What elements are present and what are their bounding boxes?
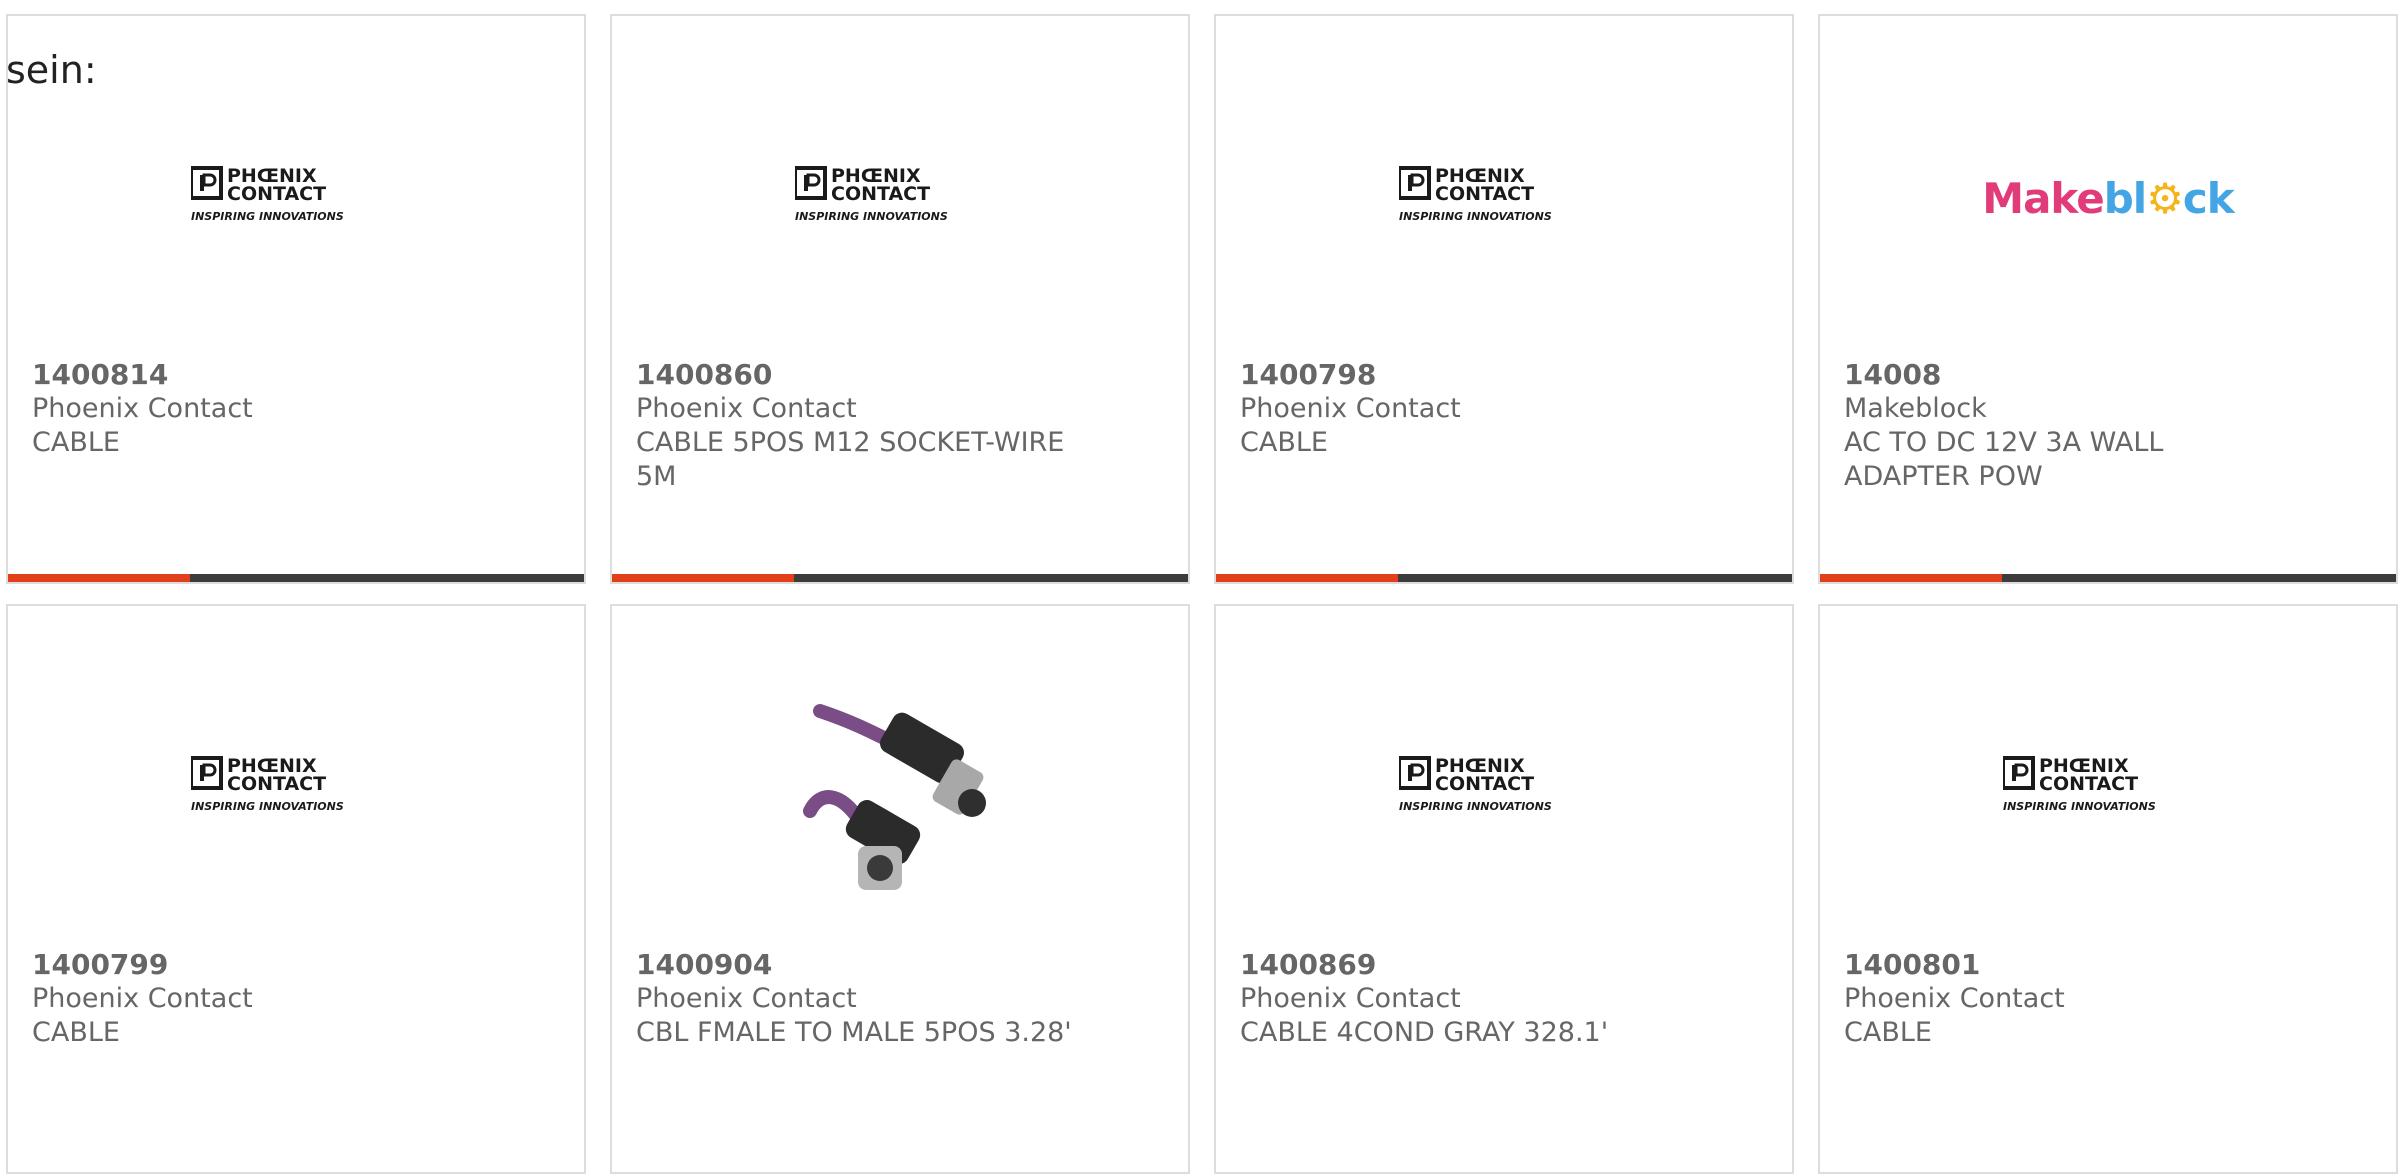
product-card[interactable]: PHŒNIX CONTACT INSPIRING INNOVATIONS 140… [6,14,586,584]
logo-tagline: INSPIRING INNOVATIONS [1399,210,1552,223]
description: CABLE [1844,1017,1932,1048]
makeblock-logo-part: Make [1982,174,2104,223]
logo-tagline: INSPIRING INNOVATIONS [191,800,344,813]
product-image[interactable]: PHŒNIX CONTACT INSPIRING INNOVATIONS [8,116,584,286]
description: CABLE [1240,427,1328,458]
description: CABLE 5POS M12 SOCKET-WIRE 5M [636,427,1065,492]
product-image[interactable] [612,704,1188,890]
phoenix-contact-logo: PHŒNIX CONTACT INSPIRING INNOVATIONS [1399,165,1552,223]
part-number[interactable]: 14008 [1844,358,2284,392]
makeblock-logo-part: bl [2103,174,2147,223]
card-bar-accent [612,574,794,582]
logo-line2: CONTACT [831,183,930,205]
manufacturer: Phoenix Contact [636,983,857,1014]
m12-cable-photo [803,704,986,890]
product-image[interactable]: PHŒNIX CONTACT INSPIRING INNOVATIONS [612,116,1188,286]
card-bar-accent [1820,574,2002,582]
logo-line2: CONTACT [1435,773,1534,795]
product-card[interactable]: 1400904 Phoenix Contact CBL FMALE TO MAL… [610,604,1190,1174]
logo-tagline: INSPIRING INNOVATIONS [795,210,948,223]
product-info: 1400799 Phoenix Contact CABLE [32,948,472,1050]
product-card[interactable]: PHŒNIX CONTACT INSPIRING INNOVATIONS 140… [1214,604,1794,1174]
card-bar [8,574,584,582]
manufacturer: Phoenix Contact [636,393,857,424]
product-image[interactable]: Makebl⚙ck [1820,116,2396,286]
product-info: 14008 Makeblock AC TO DC 12V 3A WALL ADA… [1844,358,2284,494]
product-info: 1400798 Phoenix Contact CABLE [1240,358,1680,460]
description: CABLE [32,1017,120,1048]
manufacturer: Phoenix Contact [1240,393,1461,424]
product-image[interactable]: PHŒNIX CONTACT INSPIRING INNOVATIONS [1216,706,1792,876]
gear-icon: ⚙ [2146,174,2184,223]
description: AC TO DC 12V 3A WALL ADAPTER POW [1844,427,2164,492]
card-bar-accent [1216,574,1398,582]
logo-line2: CONTACT [227,773,326,795]
makeblock-logo: Makebl⚙ck [1982,174,2235,223]
product-card[interactable]: PHŒNIX CONTACT INSPIRING INNOVATIONS 140… [6,604,586,1174]
product-card[interactable]: PHŒNIX CONTACT INSPIRING INNOVATIONS 140… [1818,604,2398,1174]
part-number[interactable]: 1400799 [32,948,472,982]
product-image[interactable]: PHŒNIX CONTACT INSPIRING INNOVATIONS [1820,706,2396,876]
card-bar [1820,574,2396,582]
part-number[interactable]: 1400904 [636,948,1076,982]
part-number[interactable]: 1400814 [32,358,472,392]
phoenix-contact-logo: PHŒNIX CONTACT INSPIRING INNOVATIONS [795,165,948,223]
card-bar [1216,574,1792,582]
product-card[interactable]: Makebl⚙ck 14008 Makeblock AC TO DC 12V 3… [1818,14,2398,584]
description: CABLE [32,427,120,458]
manufacturer: Phoenix Contact [1844,983,2065,1014]
logo-tagline: INSPIRING INNOVATIONS [1399,800,1552,813]
product-image[interactable]: PHŒNIX CONTACT INSPIRING INNOVATIONS [1216,116,1792,286]
product-info: 1400814 Phoenix Contact CABLE [32,358,472,460]
part-number[interactable]: 1400801 [1844,948,2284,982]
product-info: 1400801 Phoenix Contact CABLE [1844,948,2284,1050]
product-info: 1400860 Phoenix Contact CABLE 5POS M12 S… [636,358,1076,494]
logo-line2: CONTACT [2039,773,2138,795]
manufacturer: Phoenix Contact [32,393,253,424]
phoenix-contact-logo: PHŒNIX CONTACT INSPIRING INNOVATIONS [191,165,344,223]
makeblock-logo-part: ck [2182,174,2235,223]
description: CABLE 4COND GRAY 328.1' [1240,1017,1609,1048]
manufacturer: Phoenix Contact [32,983,253,1014]
part-number[interactable]: 1400869 [1240,948,1680,982]
description: CBL FMALE TO MALE 5POS 3.28' [636,1017,1072,1048]
phoenix-contact-logo: PHŒNIX CONTACT INSPIRING INNOVATIONS [1399,755,1552,813]
product-info: 1400869 Phoenix Contact CABLE 4COND GRAY… [1240,948,1680,1050]
manufacturer: Makeblock [1844,393,1987,424]
phoenix-contact-logo: PHŒNIX CONTACT INSPIRING INNOVATIONS [2003,755,2156,813]
product-card[interactable]: PHŒNIX CONTACT INSPIRING INNOVATIONS 140… [610,14,1190,584]
card-bar [612,574,1188,582]
card-bar-accent [8,574,190,582]
product-info: 1400904 Phoenix Contact CBL FMALE TO MAL… [636,948,1076,1050]
intro-text: sein: [6,48,97,92]
logo-line2: CONTACT [1435,183,1534,205]
logo-tagline: INSPIRING INNOVATIONS [2003,800,2156,813]
logo-line2: CONTACT [227,183,326,205]
product-card[interactable]: PHŒNIX CONTACT INSPIRING INNOVATIONS 140… [1214,14,1794,584]
part-number[interactable]: 1400860 [636,358,1076,392]
product-image[interactable]: PHŒNIX CONTACT INSPIRING INNOVATIONS [8,706,584,876]
manufacturer: Phoenix Contact [1240,983,1461,1014]
phoenix-contact-logo: PHŒNIX CONTACT INSPIRING INNOVATIONS [191,755,344,813]
logo-tagline: INSPIRING INNOVATIONS [191,210,344,223]
part-number[interactable]: 1400798 [1240,358,1680,392]
product-grid: PHŒNIX CONTACT INSPIRING INNOVATIONS 140… [0,0,2400,1174]
